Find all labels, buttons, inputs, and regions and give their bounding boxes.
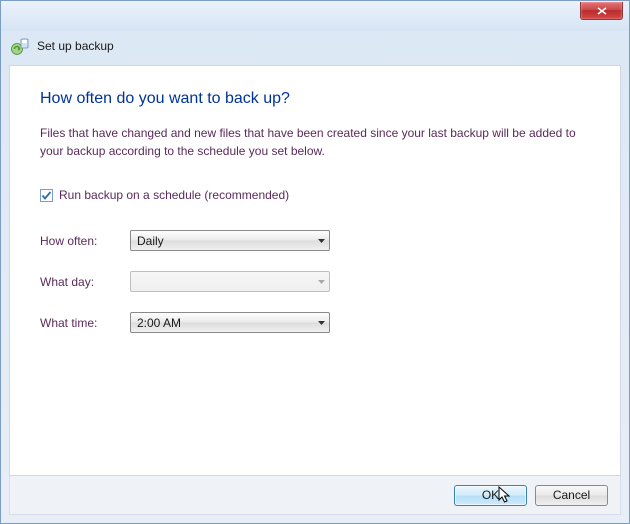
what-time-row: What time: 2:00 AM [40, 312, 590, 333]
description-text: Files that have changed and new files th… [40, 124, 590, 160]
ok-button[interactable]: OK [454, 485, 527, 506]
how-often-row: How often: Daily [40, 230, 590, 251]
what-day-label: What day: [40, 275, 130, 289]
chevron-down-icon [318, 280, 325, 284]
backup-icon [11, 37, 29, 55]
what-day-row: What day: [40, 271, 590, 292]
button-bar: OK Cancel [9, 475, 621, 515]
chevron-down-icon [318, 239, 325, 243]
close-icon [597, 7, 607, 15]
schedule-checkbox-row: Run backup on a schedule (recommended) [40, 188, 590, 202]
how-often-label: How often: [40, 234, 130, 248]
what-time-label: What time: [40, 316, 130, 330]
how-often-dropdown[interactable]: Daily [130, 230, 330, 251]
close-button[interactable] [580, 2, 623, 20]
checkmark-icon [41, 190, 52, 201]
how-often-value: Daily [137, 234, 164, 248]
window-title: Set up backup [37, 39, 114, 53]
chevron-down-icon [318, 321, 325, 325]
schedule-checkbox[interactable] [40, 189, 53, 202]
what-day-dropdown [130, 271, 330, 292]
cancel-button[interactable]: Cancel [535, 485, 608, 506]
titlebar [1, 1, 629, 31]
header-row: Set up backup [1, 31, 629, 65]
page-heading: How often do you want to back up? [40, 90, 590, 108]
wizard-window: Set up backup How often do you want to b… [0, 0, 630, 524]
content-area: How often do you want to back up? Files … [9, 65, 621, 483]
what-time-value: 2:00 AM [137, 316, 181, 330]
schedule-checkbox-label: Run backup on a schedule (recommended) [59, 188, 289, 202]
what-time-dropdown[interactable]: 2:00 AM [130, 312, 330, 333]
